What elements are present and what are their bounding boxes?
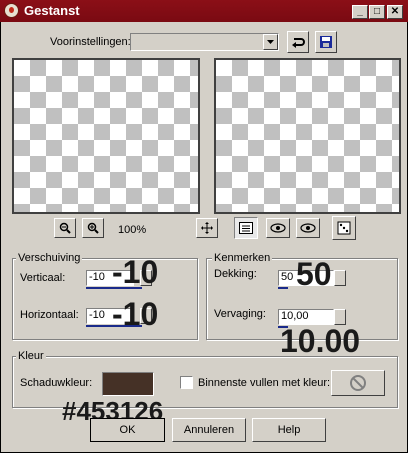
opacity-spinner[interactable] <box>334 270 346 286</box>
result-preview[interactable] <box>214 58 401 214</box>
vertical-label: Verticaal: <box>20 272 66 284</box>
fill-inner-label: Binnenste vullen met kleur: <box>198 377 331 389</box>
horizontal-value-overlay: -10 <box>112 296 159 332</box>
vertical-value-overlay: -10 <box>112 254 159 290</box>
shadow-color-label: Schaduwkleur: <box>20 377 93 389</box>
zoom-out-icon <box>59 222 71 234</box>
minimize-icon: _ <box>357 6 363 17</box>
blur-value-overlay: 10.00 <box>280 323 361 359</box>
opacity-slider[interactable] <box>278 287 288 289</box>
eye-lock-icon <box>270 223 286 233</box>
reset-icon <box>292 38 305 48</box>
list-icon <box>239 222 253 234</box>
maximize-icon: □ <box>373 6 381 17</box>
dice-icon <box>337 221 351 235</box>
zoom-in-button[interactable] <box>82 218 104 238</box>
presets-dropdown[interactable] <box>130 33 279 51</box>
zoom-level: 100% <box>118 224 147 236</box>
fill-color-swatch[interactable] <box>331 370 385 396</box>
no-color-icon <box>350 375 366 391</box>
opacity-value-overlay: 50 <box>296 256 332 292</box>
pan-button[interactable] <box>196 218 218 238</box>
minimize-button[interactable]: _ <box>352 5 368 19</box>
cancel-button[interactable]: Annuleren <box>172 418 246 442</box>
maximize-button[interactable]: □ <box>369 5 385 19</box>
presets-label: Voorinstellingen: <box>50 36 131 48</box>
original-preview[interactable] <box>12 58 200 214</box>
title-bar[interactable]: Gestanst _ □ ✕ <box>0 0 408 22</box>
ok-button[interactable]: OK <box>90 418 165 442</box>
randomize-button[interactable] <box>332 216 356 240</box>
eye-icon <box>300 223 316 233</box>
reset-button[interactable] <box>287 31 309 53</box>
close-button[interactable]: ✕ <box>387 5 403 19</box>
window-title: Gestanst <box>24 3 80 18</box>
preview-toggle-button[interactable] <box>234 217 258 239</box>
zoom-out-button[interactable] <box>54 218 76 238</box>
offset-group-label: Verschuiving <box>16 252 83 264</box>
app-icon <box>4 3 19 18</box>
attributes-group-label: Kenmerken <box>212 252 273 264</box>
move-icon <box>201 222 213 234</box>
auto-proof-button[interactable] <box>266 218 290 238</box>
close-icon: ✕ <box>390 6 400 17</box>
zoom-in-icon <box>87 222 99 234</box>
chevron-down-icon[interactable] <box>263 34 278 50</box>
opacity-label: Dekking: <box>214 268 257 280</box>
color-group-label: Kleur <box>16 350 46 362</box>
save-icon <box>320 36 332 48</box>
save-preset-button[interactable] <box>315 31 337 53</box>
shadow-color-swatch[interactable] <box>102 372 154 396</box>
fill-inner-checkbox[interactable] <box>180 376 193 389</box>
blur-label: Vervaging: <box>214 308 266 320</box>
proof-button[interactable] <box>296 218 320 238</box>
help-button[interactable]: Help <box>252 418 326 442</box>
horizontal-label: Horizontaal: <box>20 309 79 321</box>
